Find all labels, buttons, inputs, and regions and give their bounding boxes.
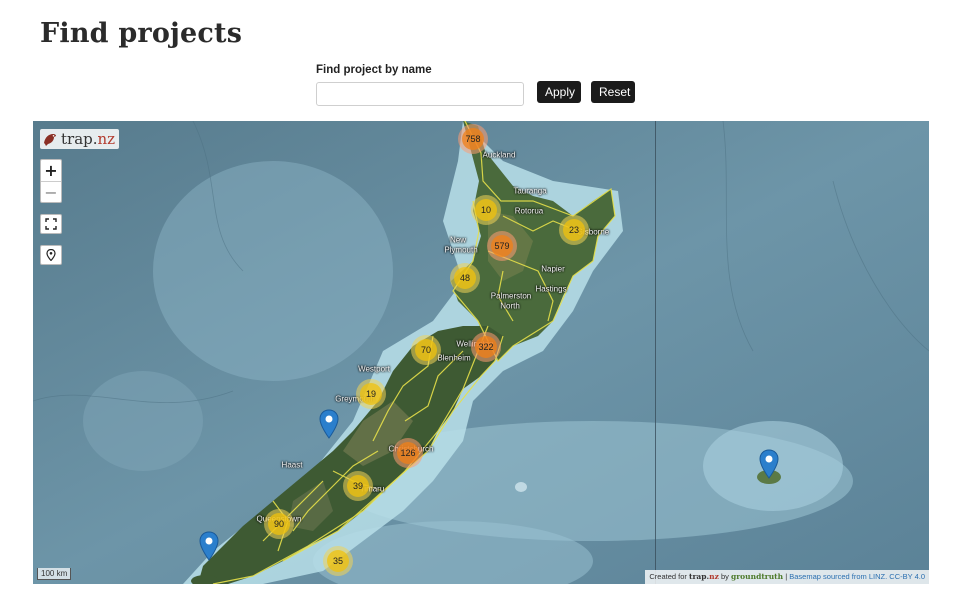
page-title: Find projects bbox=[40, 18, 243, 49]
cluster-count: 126 bbox=[397, 442, 419, 464]
cluster-count: 10 bbox=[475, 199, 497, 221]
project-cluster-marker[interactable]: 579 bbox=[487, 231, 517, 261]
reset-button[interactable]: Reset bbox=[591, 81, 635, 103]
groundtruth-link[interactable]: groundtruth bbox=[731, 572, 783, 581]
cluster-count: 39 bbox=[347, 475, 369, 497]
locate-button[interactable] bbox=[40, 245, 62, 265]
project-cluster-marker[interactable]: 48 bbox=[450, 263, 480, 293]
map-pin-icon[interactable] bbox=[199, 531, 219, 561]
map-scale: 100 km bbox=[37, 568, 72, 580]
cluster-count: 758 bbox=[462, 128, 484, 150]
project-cluster-marker[interactable]: 70 bbox=[411, 335, 441, 365]
place-label: North bbox=[500, 301, 520, 311]
date-line bbox=[655, 121, 656, 584]
place-label: New bbox=[449, 235, 467, 245]
place-label: Tauranga bbox=[513, 186, 547, 196]
trapnz-logo: trap.nz bbox=[40, 129, 120, 149]
map-pin-icon[interactable] bbox=[319, 409, 339, 439]
place-label: Rotorua bbox=[514, 206, 544, 216]
zoom-control: + − bbox=[40, 159, 62, 203]
cluster-count: 23 bbox=[563, 219, 585, 241]
project-cluster-marker[interactable]: 758 bbox=[458, 124, 488, 154]
project-cluster-marker[interactable]: 19 bbox=[356, 379, 386, 409]
place-label: Haast bbox=[281, 460, 303, 470]
bird-logo-icon bbox=[44, 134, 56, 146]
projects-map[interactable]: Auckland Tauranga Rotorua Gisborne New P… bbox=[33, 121, 929, 584]
place-label: Hastings bbox=[535, 284, 567, 294]
cluster-count: 48 bbox=[454, 267, 476, 289]
search-label: Find project by name bbox=[316, 64, 432, 76]
map-pin-icon[interactable] bbox=[759, 449, 779, 479]
cluster-count: 35 bbox=[327, 550, 349, 572]
place-label: Blenheim bbox=[437, 353, 471, 363]
project-cluster-marker[interactable]: 90 bbox=[264, 509, 294, 539]
logo-text: trap.nz bbox=[61, 130, 116, 148]
cluster-count: 579 bbox=[491, 235, 513, 257]
apply-button[interactable]: Apply bbox=[537, 81, 581, 103]
zoom-in-button[interactable]: + bbox=[41, 160, 61, 182]
project-cluster-marker[interactable]: 126 bbox=[393, 438, 423, 468]
place-label: Palmerston bbox=[490, 291, 532, 301]
fullscreen-button[interactable] bbox=[40, 214, 62, 234]
cluster-count: 90 bbox=[268, 513, 290, 535]
project-cluster-marker[interactable]: 39 bbox=[343, 471, 373, 501]
project-cluster-marker[interactable]: 10 bbox=[471, 195, 501, 225]
location-pin-icon bbox=[46, 249, 56, 261]
project-name-search-input[interactable] bbox=[316, 82, 524, 106]
cluster-count: 322 bbox=[475, 336, 497, 358]
zoom-out-button[interactable]: − bbox=[41, 182, 61, 203]
project-cluster-marker[interactable]: 35 bbox=[323, 546, 353, 576]
place-label: Westport bbox=[358, 364, 390, 374]
place-label: Auckland bbox=[482, 150, 516, 160]
project-cluster-marker[interactable]: 322 bbox=[471, 332, 501, 362]
project-cluster-marker[interactable]: 23 bbox=[559, 215, 589, 245]
basemap-attribution-link[interactable]: Basemap sourced from LINZ. CC-BY 4.0 bbox=[789, 572, 925, 581]
cluster-count: 19 bbox=[360, 383, 382, 405]
fullscreen-icon bbox=[45, 218, 57, 230]
place-label: Napier bbox=[541, 264, 565, 274]
place-label: Plymouth bbox=[444, 245, 478, 255]
map-attribution: Created for trap.nz by groundtruth | Bas… bbox=[645, 570, 929, 584]
cluster-count: 70 bbox=[415, 339, 437, 361]
